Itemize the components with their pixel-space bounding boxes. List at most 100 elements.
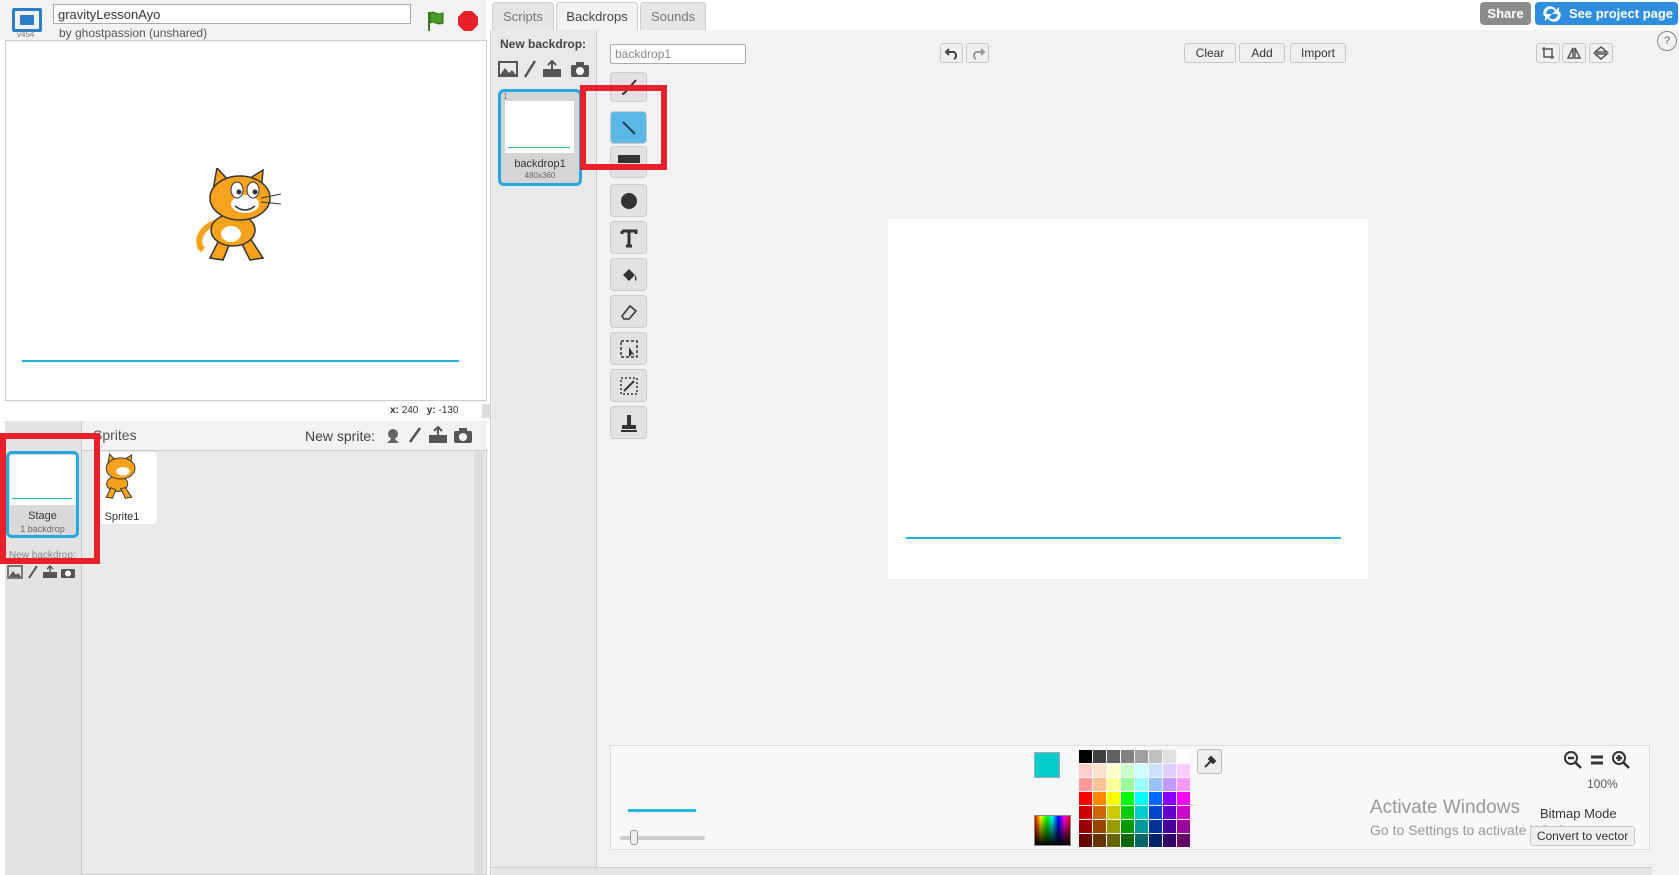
sprite-panel-scrollbar[interactable] <box>474 452 484 875</box>
palette-swatch[interactable] <box>1079 806 1092 819</box>
fullscreen-icon[interactable] <box>12 8 42 32</box>
costume-name-input[interactable] <box>610 44 746 64</box>
palette-swatch[interactable] <box>1149 764 1162 777</box>
palette-swatch[interactable] <box>1149 806 1162 819</box>
palette-swatch[interactable] <box>1177 792 1190 805</box>
tab-sounds[interactable]: Sounds <box>640 2 706 30</box>
share-button[interactable]: Share <box>1480 2 1531 25</box>
zoom-reset-icon[interactable] <box>1587 750 1609 772</box>
palette-swatch[interactable] <box>1121 820 1134 833</box>
palette-swatch[interactable] <box>1177 750 1190 763</box>
text-icon[interactable] <box>610 221 647 254</box>
palette-swatch[interactable] <box>1149 750 1162 763</box>
color-spectrum-picker[interactable] <box>1034 815 1071 846</box>
palette-swatch[interactable] <box>1135 792 1148 805</box>
palette-swatch[interactable] <box>1079 792 1092 805</box>
palette-swatch[interactable] <box>1107 750 1120 763</box>
sprite-library-icon[interactable] <box>383 425 403 445</box>
paint-new-backdrop-icon[interactable] <box>520 59 540 79</box>
palette-swatch[interactable] <box>1163 820 1176 833</box>
palette-swatch[interactable] <box>1121 834 1134 847</box>
palette-swatch[interactable] <box>1135 834 1148 847</box>
palette-swatch[interactable] <box>1093 764 1106 777</box>
eyedropper-icon[interactable] <box>1197 749 1222 774</box>
paint-backdrop-icon[interactable] <box>25 564 41 580</box>
palette-swatch[interactable] <box>1093 834 1106 847</box>
flip-vertical-icon[interactable] <box>1589 43 1613 63</box>
palette-swatch[interactable] <box>1107 820 1120 833</box>
palette-swatch[interactable] <box>1121 764 1134 777</box>
palette-swatch[interactable] <box>1135 778 1148 791</box>
palette-swatch[interactable] <box>1093 750 1106 763</box>
green-flag-icon[interactable] <box>424 9 448 33</box>
palette-swatch[interactable] <box>1079 764 1092 777</box>
drawn-ground-line[interactable] <box>906 537 1341 539</box>
palette-swatch[interactable] <box>1121 792 1134 805</box>
palette-swatch[interactable] <box>1107 834 1120 847</box>
tab-scripts[interactable]: Scripts <box>492 2 554 30</box>
palette-swatch[interactable] <box>1135 750 1148 763</box>
palette-swatch[interactable] <box>1135 820 1148 833</box>
upload-backdrop-icon[interactable] <box>42 564 58 580</box>
palette-swatch[interactable] <box>1121 778 1134 791</box>
palette-swatch[interactable] <box>1107 806 1120 819</box>
backdrop-library-icon[interactable] <box>498 59 518 79</box>
palette-swatch[interactable] <box>1163 792 1176 805</box>
palette-swatch[interactable] <box>1177 820 1190 833</box>
palette-swatch[interactable] <box>1079 820 1092 833</box>
palette-swatch[interactable] <box>1093 806 1106 819</box>
editor-bottom-scrollbar[interactable] <box>492 867 1652 875</box>
palette-swatch[interactable] <box>1163 750 1176 763</box>
palette-swatch[interactable] <box>1177 806 1190 819</box>
palette-swatch[interactable] <box>1149 778 1162 791</box>
palette-swatch[interactable] <box>1107 778 1120 791</box>
paint-brush-icon[interactable] <box>405 425 425 445</box>
palette-swatch[interactable] <box>1093 820 1106 833</box>
camera-icon[interactable] <box>453 425 473 445</box>
palette-swatch[interactable] <box>1093 792 1106 805</box>
palette-swatch[interactable] <box>1177 778 1190 791</box>
stamp-icon[interactable] <box>610 406 647 439</box>
ellipse-icon[interactable] <box>610 184 647 217</box>
zoom-in-icon[interactable] <box>1611 750 1633 772</box>
palette-swatch[interactable] <box>1107 764 1120 777</box>
select-remove-bg-icon[interactable] <box>610 369 647 402</box>
paint-canvas[interactable] <box>888 219 1368 579</box>
stroke-width-slider-knob[interactable] <box>630 830 638 845</box>
select-icon[interactable] <box>610 332 647 365</box>
import-button[interactable]: Import <box>1290 43 1346 63</box>
palette-swatch[interactable] <box>1135 764 1148 777</box>
stop-icon[interactable] <box>457 10 479 32</box>
palette-swatch[interactable] <box>1135 806 1148 819</box>
palette-swatch[interactable] <box>1149 820 1162 833</box>
palette-swatch[interactable] <box>1163 778 1176 791</box>
tab-backdrops[interactable]: Backdrops <box>556 2 638 30</box>
upload-icon[interactable] <box>428 425 448 445</box>
upload-backdrop-file-icon[interactable] <box>542 59 562 79</box>
camera-backdrop-icon[interactable] <box>60 564 76 580</box>
palette-swatch[interactable] <box>1177 834 1190 847</box>
flip-horizontal-icon[interactable] <box>1562 43 1586 63</box>
see-project-page-button[interactable]: See project page <box>1535 2 1678 25</box>
redo-icon[interactable] <box>966 43 989 63</box>
project-title-input[interactable] <box>53 4 411 24</box>
palette-swatch[interactable] <box>1149 792 1162 805</box>
undo-icon[interactable] <box>940 43 963 63</box>
fill-icon[interactable] <box>610 258 647 291</box>
palette-swatch[interactable] <box>1121 806 1134 819</box>
palette-swatch[interactable] <box>1107 792 1120 805</box>
palette-swatch[interactable] <box>1079 750 1092 763</box>
palette-swatch[interactable] <box>1093 778 1106 791</box>
eraser-icon[interactable] <box>610 295 647 328</box>
primary-color-swatch[interactable] <box>1034 752 1060 778</box>
cat-sprite-image[interactable] <box>195 166 295 271</box>
zoom-out-icon[interactable] <box>1563 750 1585 772</box>
stage-collapse-handle[interactable] <box>482 404 490 418</box>
palette-swatch[interactable] <box>1079 834 1092 847</box>
palette-swatch[interactable] <box>1079 778 1092 791</box>
convert-to-vector-button[interactable]: Convert to vector <box>1530 826 1635 846</box>
clear-button[interactable]: Clear <box>1184 43 1236 63</box>
palette-swatch[interactable] <box>1163 834 1176 847</box>
crop-icon[interactable] <box>1536 43 1560 63</box>
palette-swatch[interactable] <box>1163 806 1176 819</box>
